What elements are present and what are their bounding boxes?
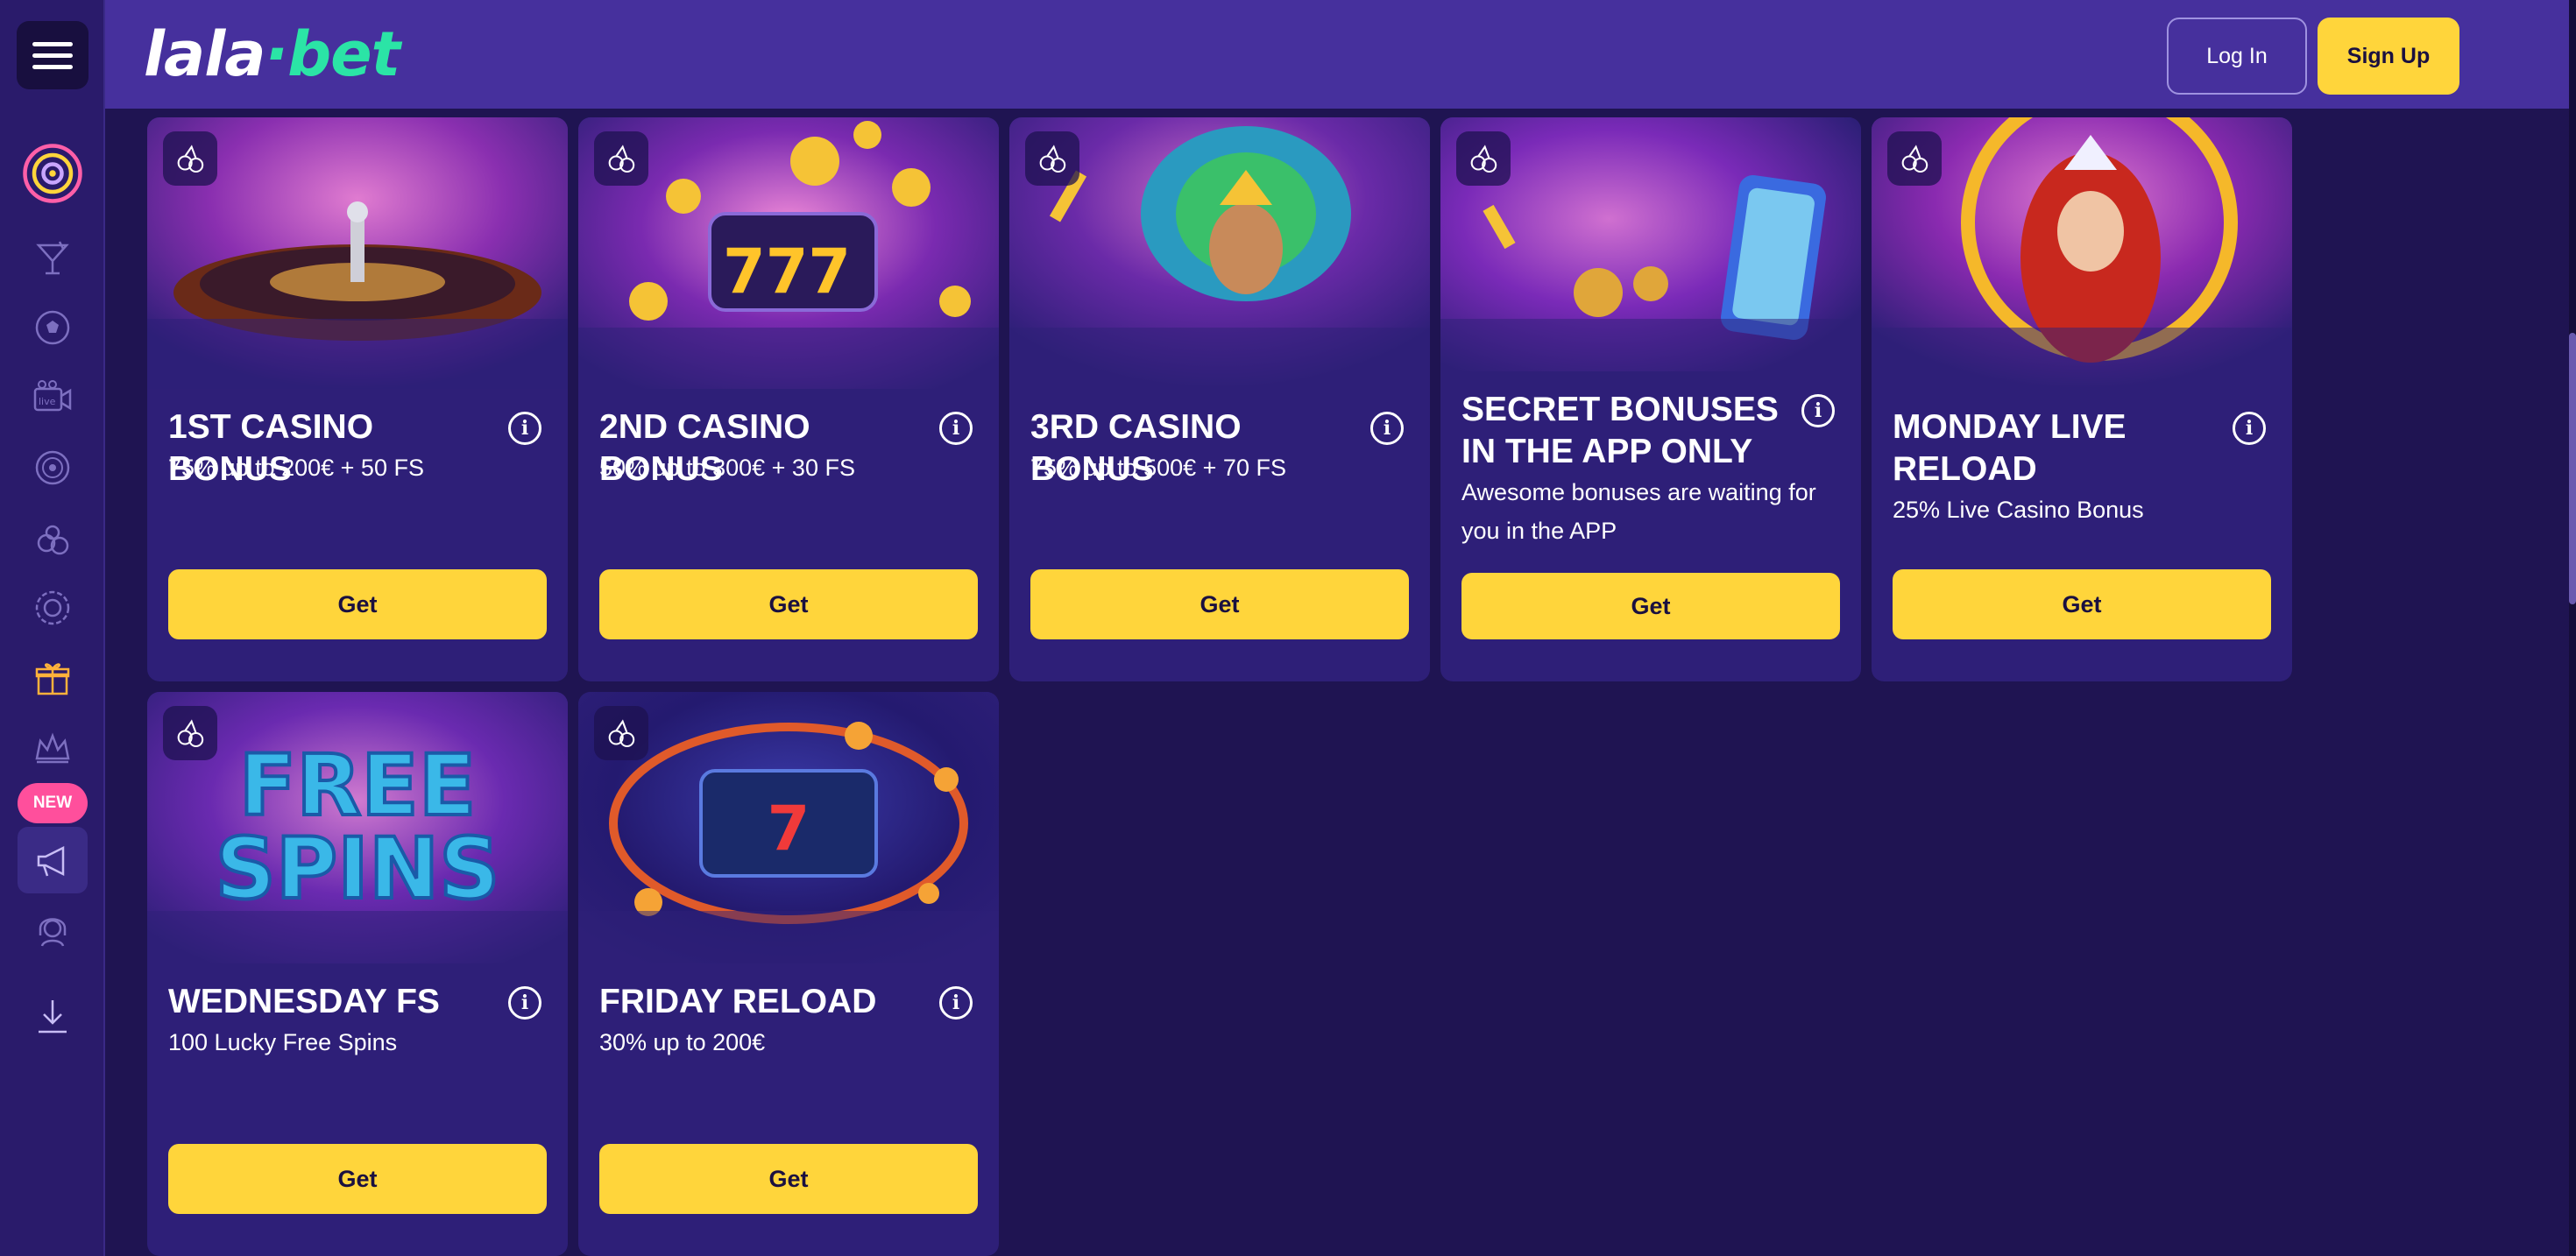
support-headset-icon[interactable] — [21, 899, 84, 962]
cherries-icon — [163, 131, 217, 186]
bonus-subtitle: 75% up to 200€ + 50 FS — [168, 455, 424, 481]
svg-text:7: 7 — [768, 793, 810, 864]
get-bonus-button[interactable]: Get — [1461, 573, 1840, 639]
info-icon[interactable]: i — [939, 986, 973, 1020]
bonus-card: 3RD CASINO BONUS i 75% up to 500€ + 70 F… — [1009, 117, 1430, 681]
bonus-subtitle: Awesome bonuses are waiting for you in t… — [1461, 479, 1816, 544]
bonus-subtitle: 100 Lucky Free Spins — [168, 1029, 398, 1055]
cherries-icon — [594, 131, 648, 186]
svg-text:777: 777 — [723, 236, 851, 307]
cherries-icon — [594, 706, 648, 760]
free-spins-text-bottom: SPINS — [216, 820, 500, 918]
cherries-icon — [1887, 131, 1942, 186]
info-icon[interactable]: i — [939, 412, 973, 445]
crown-icon[interactable] — [21, 716, 84, 780]
get-bonus-button[interactable]: Get — [168, 1144, 547, 1214]
bonus-card: 7 FRIDAY RELOAD i 30% up to 200€ Get — [578, 692, 999, 1256]
info-icon[interactable]: i — [508, 986, 541, 1020]
cherries-icon — [163, 706, 217, 760]
hamburger-menu-button[interactable] — [17, 21, 88, 89]
poker-chip-icon[interactable] — [21, 576, 84, 639]
bonus-card: SECRET BONUSES IN THE APP ONLY i Awesome… — [1440, 117, 1861, 681]
megaphone-icon[interactable] — [21, 829, 84, 892]
bonus-card: FREE SPINS WEDNESDAY FS i 100 Lucky Free… — [147, 692, 568, 1256]
roulette-icon[interactable] — [21, 436, 84, 499]
new-badge: NEW — [18, 783, 88, 823]
lalabet-logo[interactable]: lala·bet — [144, 21, 400, 88]
info-icon[interactable]: i — [1801, 394, 1835, 427]
bonus-title: SECRET BONUSES IN THE APP ONLY — [1461, 391, 1779, 470]
cocktail-icon[interactable] — [21, 226, 84, 289]
bonus-card: 1ST CASINO BONUS i 75% up to 200€ + 50 F… — [147, 117, 568, 681]
bonus-card: MONDAY LIVE RELOAD i 25% Live Casino Bon… — [1872, 117, 2292, 681]
soccer-ball-icon[interactable] — [21, 296, 84, 359]
svg-text:live: live — [39, 396, 56, 407]
get-bonus-button[interactable]: Get — [599, 1144, 978, 1214]
gift-icon[interactable] — [21, 646, 84, 709]
get-bonus-button[interactable]: Get — [168, 569, 547, 639]
bonus-card: 777 2ND CASINO BONUS i 50% up to 300€ + … — [578, 117, 999, 681]
bonus-title: FRIDAY RELOAD — [599, 983, 877, 1020]
bonus-subtitle: 50% up to 300€ + 30 FS — [599, 455, 855, 481]
bonus-subtitle: 25% Live Casino Bonus — [1893, 497, 2144, 523]
signup-button[interactable]: Sign Up — [2318, 18, 2459, 95]
cherries-icon — [1456, 131, 1511, 186]
get-bonus-button[interactable]: Get — [1893, 569, 2271, 639]
bonus-subtitle: 75% up to 500€ + 70 FS — [1030, 455, 1286, 481]
cherries-icon — [1025, 131, 1079, 186]
live-camera-icon[interactable]: live — [21, 366, 84, 429]
scrollbar-thumb[interactable] — [2569, 333, 2576, 604]
download-icon[interactable] — [21, 984, 84, 1048]
info-icon[interactable]: i — [1370, 412, 1404, 445]
scrollbar[interactable] — [2569, 0, 2576, 1256]
info-icon[interactable]: i — [508, 412, 541, 445]
bonus-title: MONDAY LIVE RELOAD — [1893, 408, 2127, 488]
bonus-title: WEDNESDAY FS — [168, 983, 440, 1020]
get-bonus-button[interactable]: Get — [599, 569, 978, 639]
sidebar: live NEW — [0, 0, 105, 1256]
bonus-subtitle: 30% up to 200€ — [599, 1029, 766, 1055]
info-icon[interactable]: i — [2233, 412, 2266, 445]
login-button[interactable]: Log In — [2167, 18, 2307, 95]
lalabet-target-icon[interactable] — [21, 142, 84, 205]
get-bonus-button[interactable]: Get — [1030, 569, 1409, 639]
cherries-icon[interactable] — [21, 506, 84, 569]
